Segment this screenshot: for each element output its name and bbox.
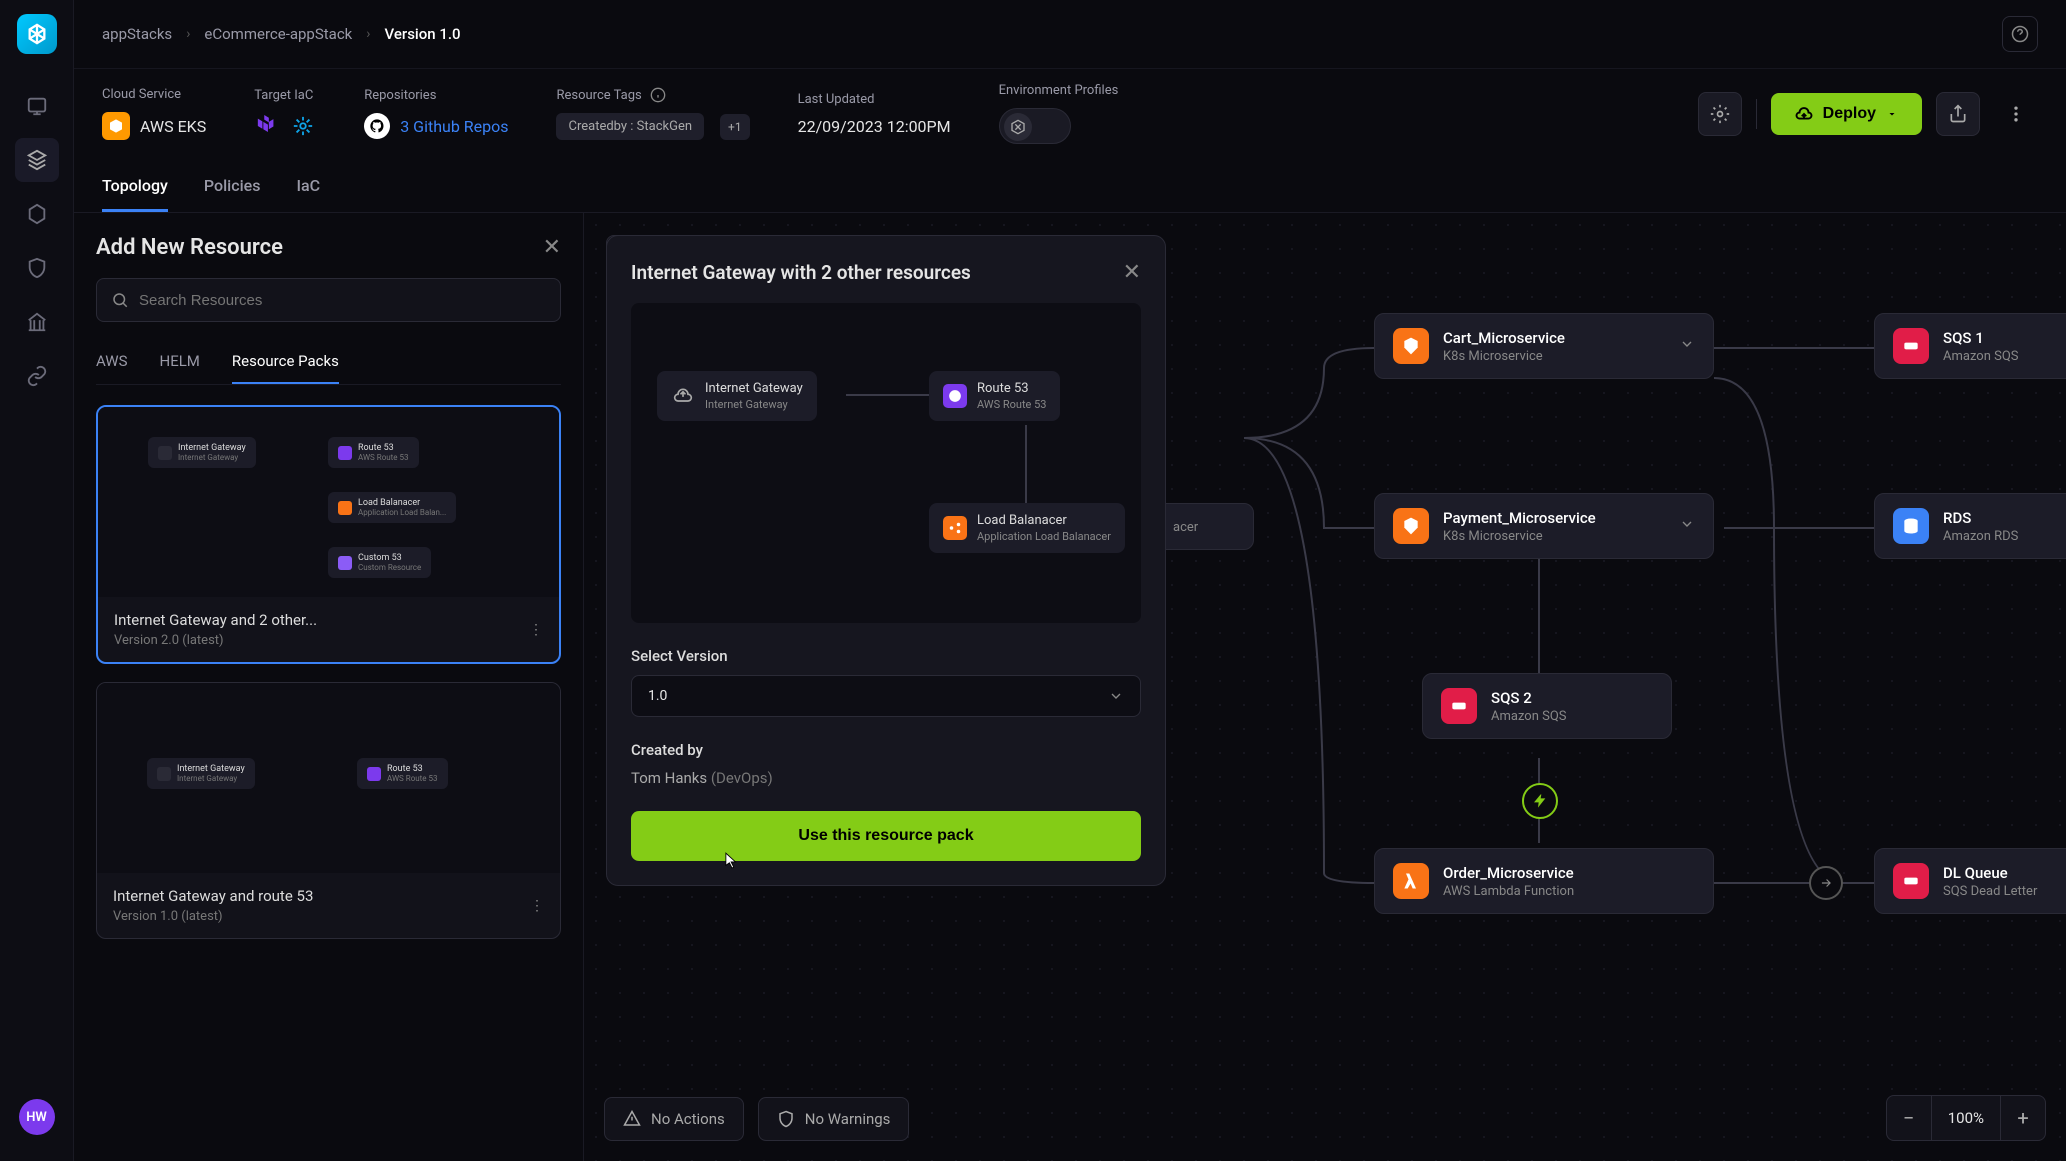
- breadcrumb: appStacks › eCommerce-appStack › Version…: [74, 0, 2066, 69]
- canvas-node-sqs2[interactable]: SQS 2 Amazon SQS: [1422, 673, 1672, 739]
- nav-screen-icon[interactable]: [15, 84, 59, 128]
- chevron-down-icon: [1108, 688, 1124, 704]
- crumb-version: Version 1.0: [385, 25, 461, 43]
- tab-iac[interactable]: IaC: [296, 162, 320, 212]
- pack-menu-button[interactable]: ⋮: [529, 622, 543, 638]
- resource-pack-card[interactable]: Internet GatewayInternet Gateway Route 5…: [96, 405, 561, 664]
- zoom-value: 100%: [1931, 1096, 2001, 1140]
- route-badge: [1809, 866, 1843, 900]
- canvas-node-payment[interactable]: Payment_Microservice K8s Microservice: [1374, 493, 1714, 559]
- canvas-node-partial[interactable]: acer: [1154, 503, 1254, 550]
- cloud-upload-icon: [1795, 105, 1813, 123]
- cloud-service-label: Cloud Service: [102, 87, 206, 102]
- helm-icon: [290, 113, 316, 139]
- canvas-node-order[interactable]: Order_Microservice AWS Lambda Function: [1374, 848, 1714, 914]
- env-profiles-toggle[interactable]: [999, 108, 1071, 144]
- zoom-in-button[interactable]: +: [2001, 1096, 2045, 1140]
- nav-shield-icon[interactable]: [15, 246, 59, 290]
- caret-down-icon: [1886, 108, 1898, 120]
- chevron-down-icon[interactable]: [1679, 516, 1695, 536]
- shield-icon: [777, 1110, 795, 1128]
- kebab-icon: [2006, 104, 2026, 124]
- user-avatar[interactable]: HW: [19, 1099, 55, 1135]
- sqs-icon: [1893, 863, 1929, 899]
- rds-icon: [1893, 508, 1929, 544]
- canvas-node-rds[interactable]: RDS Amazon RDS: [1874, 493, 2066, 559]
- env-label: Environment Profiles: [999, 83, 1119, 98]
- deploy-button[interactable]: Deploy: [1771, 93, 1922, 135]
- panel-close-button[interactable]: ✕: [543, 235, 561, 260]
- cloud-upload-icon: [671, 384, 695, 408]
- help-button[interactable]: [2002, 16, 2038, 52]
- separator: [1756, 99, 1757, 129]
- share-icon: [1948, 104, 1968, 124]
- kubernetes-icon: [1393, 508, 1429, 544]
- target-iac-label: Target IaC: [254, 88, 316, 103]
- nav-hexagon-icon[interactable]: [15, 192, 59, 236]
- repos-link[interactable]: 3 Github Repos: [400, 117, 508, 136]
- warnings-chip[interactable]: No Warnings: [758, 1097, 910, 1141]
- lambda-icon: [1393, 863, 1429, 899]
- use-resource-pack-button[interactable]: Use this resource pack: [631, 811, 1141, 861]
- subtab-helm[interactable]: HELM: [160, 340, 200, 384]
- info-icon: [650, 87, 666, 103]
- tag-overflow-chip[interactable]: +1: [720, 114, 750, 140]
- gear-icon: [1710, 104, 1730, 124]
- search-icon: [111, 291, 129, 309]
- export-button[interactable]: [1936, 92, 1980, 136]
- route53-icon: [943, 384, 967, 408]
- github-icon: [364, 113, 390, 139]
- resource-tag-chip[interactable]: Createdby : StackGen: [556, 113, 704, 140]
- alert-triangle-icon: [623, 1110, 641, 1128]
- resource-pack-popup: Internet Gateway with 2 other resources …: [606, 235, 1166, 886]
- updated-value: 22/09/2023 12:00PM: [798, 117, 951, 136]
- cloud-service-value: AWS EKS: [140, 117, 206, 136]
- panel-title: Add New Resource: [96, 235, 283, 260]
- pack-name: Internet Gateway and route 53: [113, 887, 313, 905]
- nav-layers-icon[interactable]: [15, 138, 59, 182]
- chevron-right-icon: ›: [186, 26, 190, 42]
- version-dropdown[interactable]: 1.0: [631, 675, 1141, 717]
- subtab-resource-packs[interactable]: Resource Packs: [232, 340, 339, 384]
- tags-label: Resource Tags: [556, 88, 641, 103]
- kubernetes-icon: [1393, 328, 1429, 364]
- elb-icon: [943, 516, 967, 540]
- repos-label: Repositories: [364, 88, 508, 103]
- search-resources-input[interactable]: [96, 278, 561, 322]
- settings-button[interactable]: [1698, 92, 1742, 136]
- popup-title: Internet Gateway with 2 other resources: [631, 261, 971, 284]
- chevron-down-icon[interactable]: [1679, 336, 1695, 356]
- tab-topology[interactable]: Topology: [102, 162, 168, 212]
- sqs-icon: [1893, 328, 1929, 364]
- resource-pack-card[interactable]: Internet GatewayInternet Gateway Route 5…: [96, 682, 561, 939]
- crumb-stack[interactable]: eCommerce-appStack: [204, 25, 352, 43]
- app-logo[interactable]: [17, 14, 57, 54]
- created-by-name: Tom Hanks: [631, 769, 707, 787]
- popup-close-button[interactable]: ✕: [1123, 260, 1141, 285]
- terraform-icon: [254, 113, 280, 139]
- chevron-right-icon: ›: [366, 26, 370, 42]
- zoom-out-button[interactable]: −: [1887, 1096, 1931, 1140]
- more-button[interactable]: [1994, 92, 2038, 136]
- trigger-badge: [1522, 783, 1558, 819]
- pack-version: Version 2.0 (latest): [114, 633, 317, 648]
- select-version-label: Select Version: [631, 647, 1141, 665]
- nav-link-icon[interactable]: [15, 354, 59, 398]
- created-by-label: Created by: [631, 741, 1141, 759]
- pack-version: Version 1.0 (latest): [113, 909, 313, 924]
- pack-menu-button[interactable]: ⋮: [530, 898, 544, 914]
- pack-name: Internet Gateway and 2 other...: [114, 611, 317, 629]
- aws-eks-icon: [102, 112, 130, 140]
- subtab-aws[interactable]: AWS: [96, 340, 128, 384]
- crumb-appstacks[interactable]: appStacks: [102, 25, 172, 43]
- nav-bank-icon[interactable]: [15, 300, 59, 344]
- canvas-node-cart[interactable]: Cart_Microservice K8s Microservice: [1374, 313, 1714, 379]
- sqs-icon: [1441, 688, 1477, 724]
- updated-label: Last Updated: [798, 92, 951, 107]
- canvas-node-dlqueue[interactable]: DL Queue SQS Dead Letter: [1874, 848, 2066, 914]
- tab-policies[interactable]: Policies: [204, 162, 261, 212]
- canvas-node-sqs1[interactable]: SQS 1 Amazon SQS: [1874, 313, 2066, 379]
- actions-chip[interactable]: No Actions: [604, 1097, 744, 1141]
- created-by-role: (DevOps): [711, 769, 773, 787]
